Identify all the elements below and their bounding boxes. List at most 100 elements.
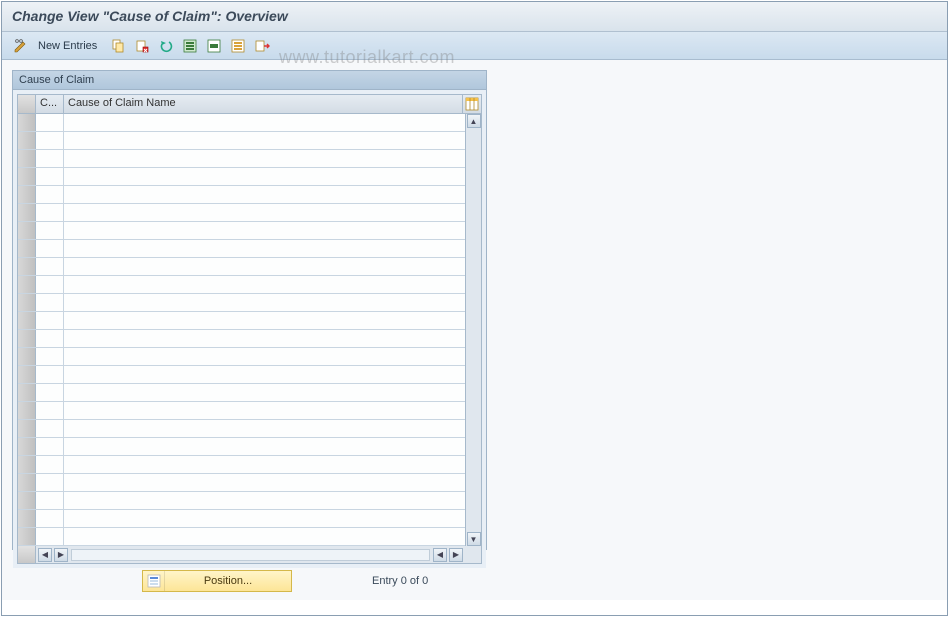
row-selector[interactable] (18, 294, 36, 311)
cell-name[interactable] (64, 528, 465, 545)
row-selector[interactable] (18, 492, 36, 509)
cell-code[interactable] (36, 330, 64, 347)
row-selector[interactable] (18, 312, 36, 329)
cell-code[interactable] (36, 348, 64, 365)
cell-code[interactable] (36, 528, 64, 545)
scroll-left-button[interactable]: ◀ (38, 548, 52, 562)
undo-change-button[interactable] (155, 36, 177, 56)
cell-name[interactable] (64, 132, 465, 149)
cell-name[interactable] (64, 474, 465, 491)
table-settings-button[interactable] (463, 95, 481, 113)
table-row[interactable] (18, 348, 465, 366)
cell-name[interactable] (64, 510, 465, 527)
cell-code[interactable] (36, 258, 64, 275)
table-row[interactable] (18, 312, 465, 330)
table-row[interactable] (18, 276, 465, 294)
cell-name[interactable] (64, 258, 465, 275)
table-row[interactable] (18, 168, 465, 186)
scroll-right-inner-button[interactable]: ▶ (54, 548, 68, 562)
table-row[interactable] (18, 492, 465, 510)
cell-code[interactable] (36, 276, 64, 293)
cell-code[interactable] (36, 402, 64, 419)
vertical-scrollbar[interactable]: ▲ ▼ (465, 114, 481, 546)
table-row[interactable] (18, 510, 465, 528)
cell-name[interactable] (64, 402, 465, 419)
cell-name[interactable] (64, 384, 465, 401)
cell-code[interactable] (36, 366, 64, 383)
new-entries-button[interactable]: New Entries (34, 36, 105, 56)
row-selector[interactable] (18, 114, 36, 131)
cell-name[interactable] (64, 438, 465, 455)
table-row[interactable] (18, 114, 465, 132)
table-row[interactable] (18, 222, 465, 240)
table-row[interactable] (18, 204, 465, 222)
cell-name[interactable] (64, 222, 465, 239)
toggle-display-change-button[interactable] (10, 36, 32, 56)
select-all-button[interactable] (179, 36, 201, 56)
table-row[interactable] (18, 240, 465, 258)
cell-code[interactable] (36, 312, 64, 329)
position-button[interactable]: Position... (142, 570, 292, 592)
table-row[interactable] (18, 456, 465, 474)
cell-code[interactable] (36, 294, 64, 311)
table-row[interactable] (18, 474, 465, 492)
row-selector[interactable] (18, 258, 36, 275)
table-row[interactable] (18, 438, 465, 456)
cell-name[interactable] (64, 456, 465, 473)
cell-code[interactable] (36, 150, 64, 167)
deselect-all-button[interactable] (227, 36, 249, 56)
row-selector[interactable] (18, 528, 36, 545)
cell-code[interactable] (36, 384, 64, 401)
scroll-right-button[interactable]: ▶ (449, 548, 463, 562)
row-selector[interactable] (18, 186, 36, 203)
cell-code[interactable] (36, 510, 64, 527)
row-selector[interactable] (18, 150, 36, 167)
cell-code[interactable] (36, 474, 64, 491)
configuration-button[interactable] (251, 36, 273, 56)
row-selector[interactable] (18, 348, 36, 365)
hscroll-track[interactable] (71, 549, 430, 561)
row-selector[interactable] (18, 456, 36, 473)
column-header-name[interactable]: Cause of Claim Name (64, 95, 463, 113)
table-row[interactable] (18, 402, 465, 420)
copy-as-button[interactable] (107, 36, 129, 56)
cell-name[interactable] (64, 114, 465, 131)
row-selector[interactable] (18, 510, 36, 527)
row-selector[interactable] (18, 222, 36, 239)
cell-name[interactable] (64, 330, 465, 347)
row-selector[interactable] (18, 168, 36, 185)
cell-code[interactable] (36, 204, 64, 221)
row-selector-header[interactable] (18, 95, 36, 113)
row-selector[interactable] (18, 276, 36, 293)
cell-name[interactable] (64, 348, 465, 365)
table-row[interactable] (18, 384, 465, 402)
row-selector[interactable] (18, 330, 36, 347)
table-row[interactable] (18, 330, 465, 348)
cell-name[interactable] (64, 294, 465, 311)
cell-code[interactable] (36, 240, 64, 257)
table-row[interactable] (18, 186, 465, 204)
cell-name[interactable] (64, 276, 465, 293)
row-selector[interactable] (18, 438, 36, 455)
row-selector[interactable] (18, 240, 36, 257)
cell-code[interactable] (36, 186, 64, 203)
cell-name[interactable] (64, 420, 465, 437)
select-block-button[interactable] (203, 36, 225, 56)
row-selector[interactable] (18, 366, 36, 383)
row-selector[interactable] (18, 204, 36, 221)
cell-name[interactable] (64, 168, 465, 185)
column-header-code[interactable]: C... (36, 95, 64, 113)
table-row[interactable] (18, 258, 465, 276)
table-row[interactable] (18, 294, 465, 312)
scroll-down-button[interactable]: ▼ (467, 532, 481, 546)
cell-code[interactable] (36, 438, 64, 455)
cell-name[interactable] (64, 366, 465, 383)
cell-code[interactable] (36, 456, 64, 473)
row-selector[interactable] (18, 384, 36, 401)
row-selector[interactable] (18, 132, 36, 149)
cell-name[interactable] (64, 240, 465, 257)
table-row[interactable] (18, 420, 465, 438)
row-selector[interactable] (18, 420, 36, 437)
horizontal-scrollbar[interactable]: ◀ ▶ ◀ ▶ (36, 546, 481, 563)
cell-name[interactable] (64, 492, 465, 509)
